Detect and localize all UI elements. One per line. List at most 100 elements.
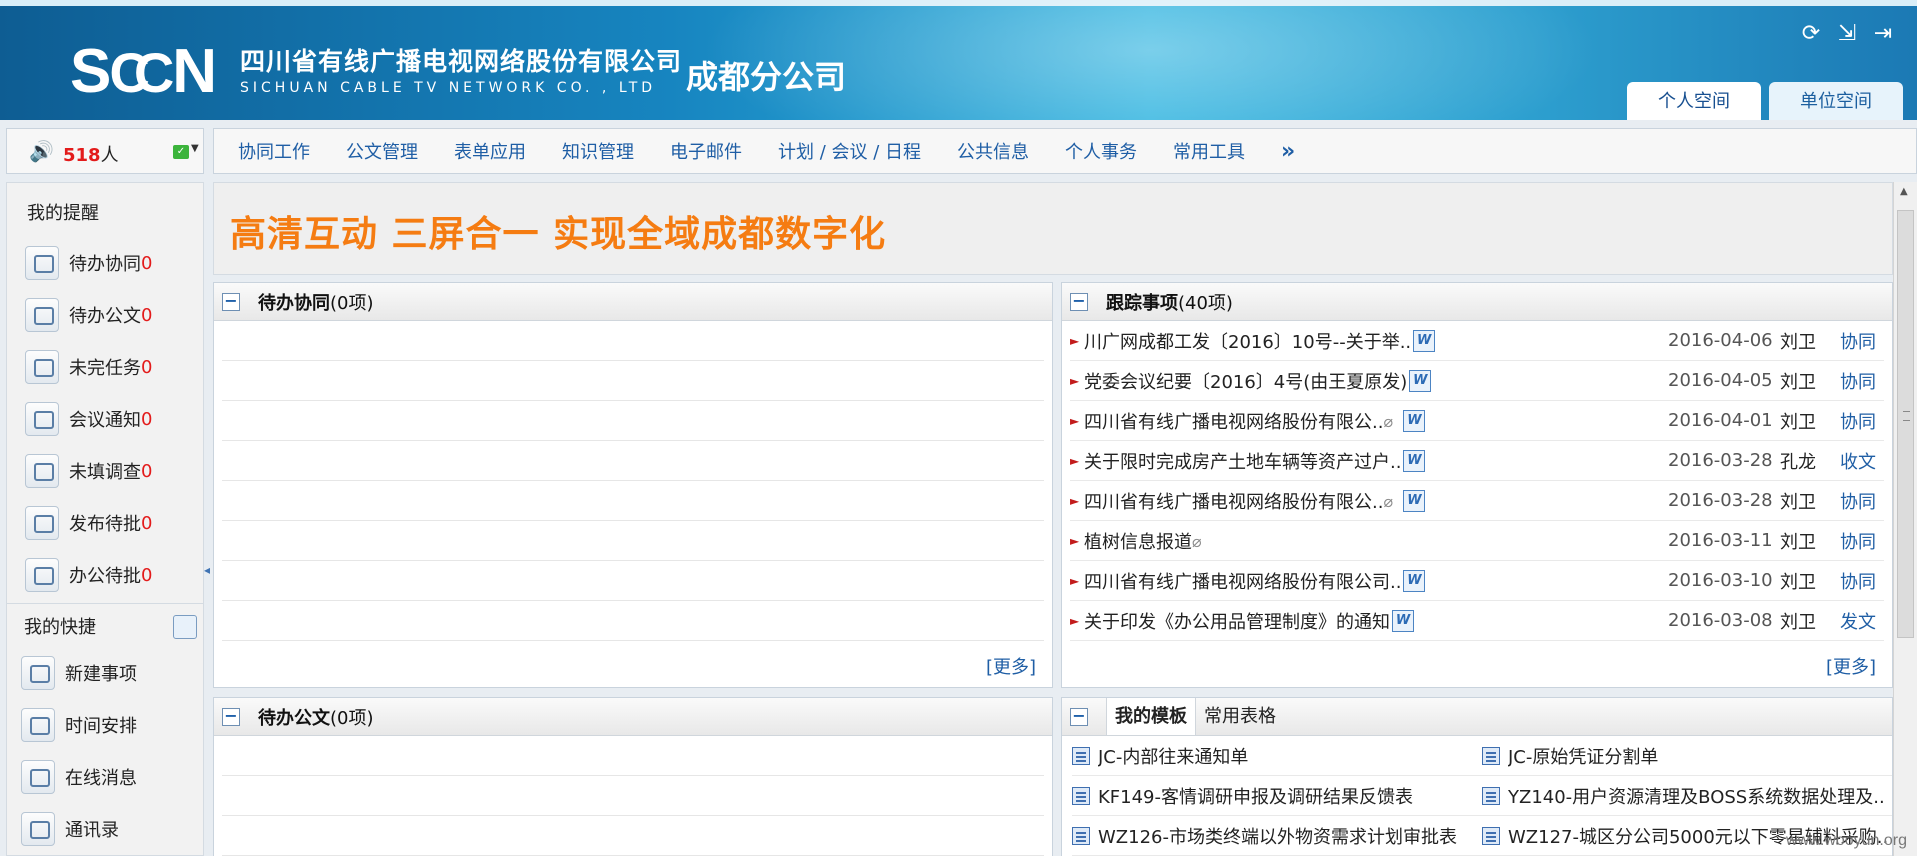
nav-item-tools[interactable]: 常用工具 [1173,138,1245,164]
track-title[interactable]: 关于限时完成房产土地车辆等资产过户.. [1084,448,1401,474]
form-icon [1072,786,1090,805]
chevron-down-icon[interactable]: ▼ [191,143,199,154]
tab-unit-space[interactable]: 单位空间 [1769,82,1903,120]
word-doc-icon: W [1409,369,1432,392]
nav-item-docs[interactable]: 公文管理 [346,138,418,164]
sidebar-item-office-approval[interactable]: 办公待批 0 [25,555,152,595]
track-person: 刘卫 [1780,491,1816,513]
track-title[interactable]: 四川省有线广播电视网络股份有限公.. [1084,488,1383,514]
table-row[interactable]: ► 植树信息报道 ⌀ 2016-03-11 刘卫 协同 [1070,521,1884,561]
scroll-thumb[interactable] [1897,210,1914,638]
sidebar-item-new-item[interactable]: 新建事项 [21,653,137,693]
collapse-icon[interactable]: − [222,292,240,311]
sidebar-collapse-handle[interactable]: ◂ [204,520,212,620]
track-title[interactable]: 四川省有线广播电视网络股份有限公.. [1084,408,1383,434]
grip-icon [1903,411,1910,421]
nav-item-knowledge[interactable]: 知识管理 [562,138,634,164]
track-title[interactable]: 关于印发《办公用品管理制度》的通知 [1084,608,1390,634]
table-row[interactable]: ► 四川省有线广播电视网络股份有限公司.. W 2016-03-10 刘卫 协同 [1070,561,1884,601]
word-doc-icon: W [1403,449,1426,472]
tab-my-templates[interactable]: 我的模板 [1106,698,1196,735]
track-type-link[interactable]: 发文 [1840,608,1876,634]
track-type-link[interactable]: 协同 [1840,528,1876,554]
nav-item-email[interactable]: 电子邮件 [670,138,742,164]
panel-header: − 待办公文 (0项) [214,698,1052,736]
template-item[interactable]: KF149-客情调研申报及调研结果反馈表 [1072,776,1482,816]
template-item[interactable]: YZ140-用户资源清理及BOSS系统数据处理及.. [1482,776,1892,816]
table-row[interactable]: ► 四川省有线广播电视网络股份有限公.. ⌀ W 2016-03-28 刘卫 协同 [1070,481,1884,521]
list-item [222,361,1044,401]
track-date: 2016-03-10 [1668,570,1773,591]
page-scrollbar[interactable]: ▲ [1893,182,1917,856]
table-row[interactable]: ► 关于印发《办公用品管理制度》的通知 W 2016-03-08 刘卫 发文 [1070,601,1884,641]
track-date: 2016-04-06 [1668,330,1773,351]
word-doc-icon: W [1403,569,1426,592]
sidebar-item-label: 发布待批 [69,514,141,535]
nav-item-public-info[interactable]: 公共信息 [957,138,1029,164]
pending-docs-panel: − 待办公文 (0项) [213,697,1053,856]
track-person: 刘卫 [1780,531,1816,553]
nav-item-collab[interactable]: 协同工作 [238,138,310,164]
sidebar-item-pending-docs[interactable]: 待办公文 0 [25,295,152,335]
export-icon[interactable]: ⇲ [1835,22,1859,46]
template-item[interactable]: JC-内部往来通知单 [1072,736,1482,776]
list-item [222,441,1044,481]
panel-count: (0项) [330,292,374,314]
add-shortcut-icon[interactable] [173,615,197,639]
more-link[interactable]: [更多] [1826,653,1876,679]
online-users-box[interactable]: 🔊 518人 ✓ ▼ [6,128,204,174]
track-type-link[interactable]: 协同 [1840,488,1876,514]
more-link[interactable]: [更多] [986,653,1036,679]
form-icon [1072,826,1090,845]
track-title[interactable]: 植树信息报道 [1084,528,1192,554]
track-title[interactable]: 党委会议纪要〔2016〕4号(由王夏原发) [1084,368,1407,394]
sidebar-item-count: 0 [141,512,153,534]
sidebar-item-meeting-notice[interactable]: 会议通知 0 [25,399,152,439]
sidebar-item-publish-approval[interactable]: 发布待批 0 [25,503,152,543]
nav-item-plan-meeting-schedule[interactable]: 计划 / 会议 / 日程 [778,138,921,164]
collapse-icon[interactable]: − [222,707,240,726]
logout-icon[interactable]: ⇥ [1871,22,1895,46]
status-check-icon[interactable]: ✓ [173,145,189,159]
track-title[interactable]: 川广网成都工发〔2016〕10号--关于举.. [1084,328,1411,354]
sidebar-item-online-message[interactable]: 在线消息 [21,757,137,797]
sidebar-item-survey[interactable]: 未填调查 0 [25,451,152,491]
sidebar: 我的提醒 待办协同 0 待办公文 0 未完任务 0 会议通知 0 未填调查 0 发布待批 0… [6,182,204,856]
sidebar-item-pending-collab[interactable]: 待办协同 0 [25,243,152,283]
collapse-icon[interactable]: − [1070,292,1088,311]
track-title[interactable]: 四川省有线广播电视网络股份有限公司.. [1084,568,1401,594]
table-row[interactable]: ► 川广网成都工发〔2016〕10号--关于举.. W 2016-04-06 刘卫 协同 [1070,321,1884,361]
collapse-icon[interactable]: − [1070,707,1088,726]
refresh-icon[interactable]: ⟳ [1799,22,1823,46]
tab-personal-space[interactable]: 个人空间 [1627,82,1761,120]
nav-item-forms[interactable]: 表单应用 [454,138,526,164]
track-type-link[interactable]: 收文 [1840,448,1876,474]
sidebar-item-contacts[interactable]: 通讯录 [21,809,119,849]
template-item[interactable]: JC-原始凭证分割单 [1482,736,1892,776]
sidebar-item-schedule[interactable]: 时间安排 [21,705,137,745]
table-row[interactable]: ► 四川省有线广播电视网络股份有限公.. ⌀ W 2016-04-01 刘卫 协同 [1070,401,1884,441]
word-doc-icon: W [1403,489,1426,512]
track-type-link[interactable]: 协同 [1840,408,1876,434]
sidebar-item-label: 新建事项 [65,664,137,685]
track-type-link[interactable]: 协同 [1840,328,1876,354]
sidebar-item-label: 待办公文 [69,306,141,327]
track-type-link[interactable]: 协同 [1840,568,1876,594]
panel-title: 跟踪事项 [1106,292,1178,314]
panel-header: − 跟踪事项 (40项) [1062,283,1892,321]
sidebar-item-unfinished-tasks[interactable]: 未完任务 0 [25,347,152,387]
tab-common-forms[interactable]: 常用表格 [1196,698,1284,735]
nav-item-personal[interactable]: 个人事务 [1065,138,1137,164]
sidebar-item-label: 时间安排 [65,716,137,737]
table-row[interactable]: ► 党委会议纪要〔2016〕4号(由王夏原发) W 2016-04-05 刘卫 协同 [1070,361,1884,401]
track-type-link[interactable]: 协同 [1840,368,1876,394]
arrow-right-icon: ► [1070,373,1080,388]
list-item [222,321,1044,361]
nav-more-icon[interactable]: » [1281,139,1295,164]
table-row[interactable]: ► 关于限时完成房产土地车辆等资产过户.. W 2016-03-28 孔龙 收文 [1070,441,1884,481]
form-icon [1072,746,1090,765]
reminders-title: 我的提醒 [27,203,99,224]
scroll-up-icon[interactable]: ▲ [1900,186,1908,197]
template-item[interactable]: WZ126-市场类终端以外物资需求计划审批表 [1072,816,1482,856]
sidebar-item-count: 0 [141,252,153,274]
